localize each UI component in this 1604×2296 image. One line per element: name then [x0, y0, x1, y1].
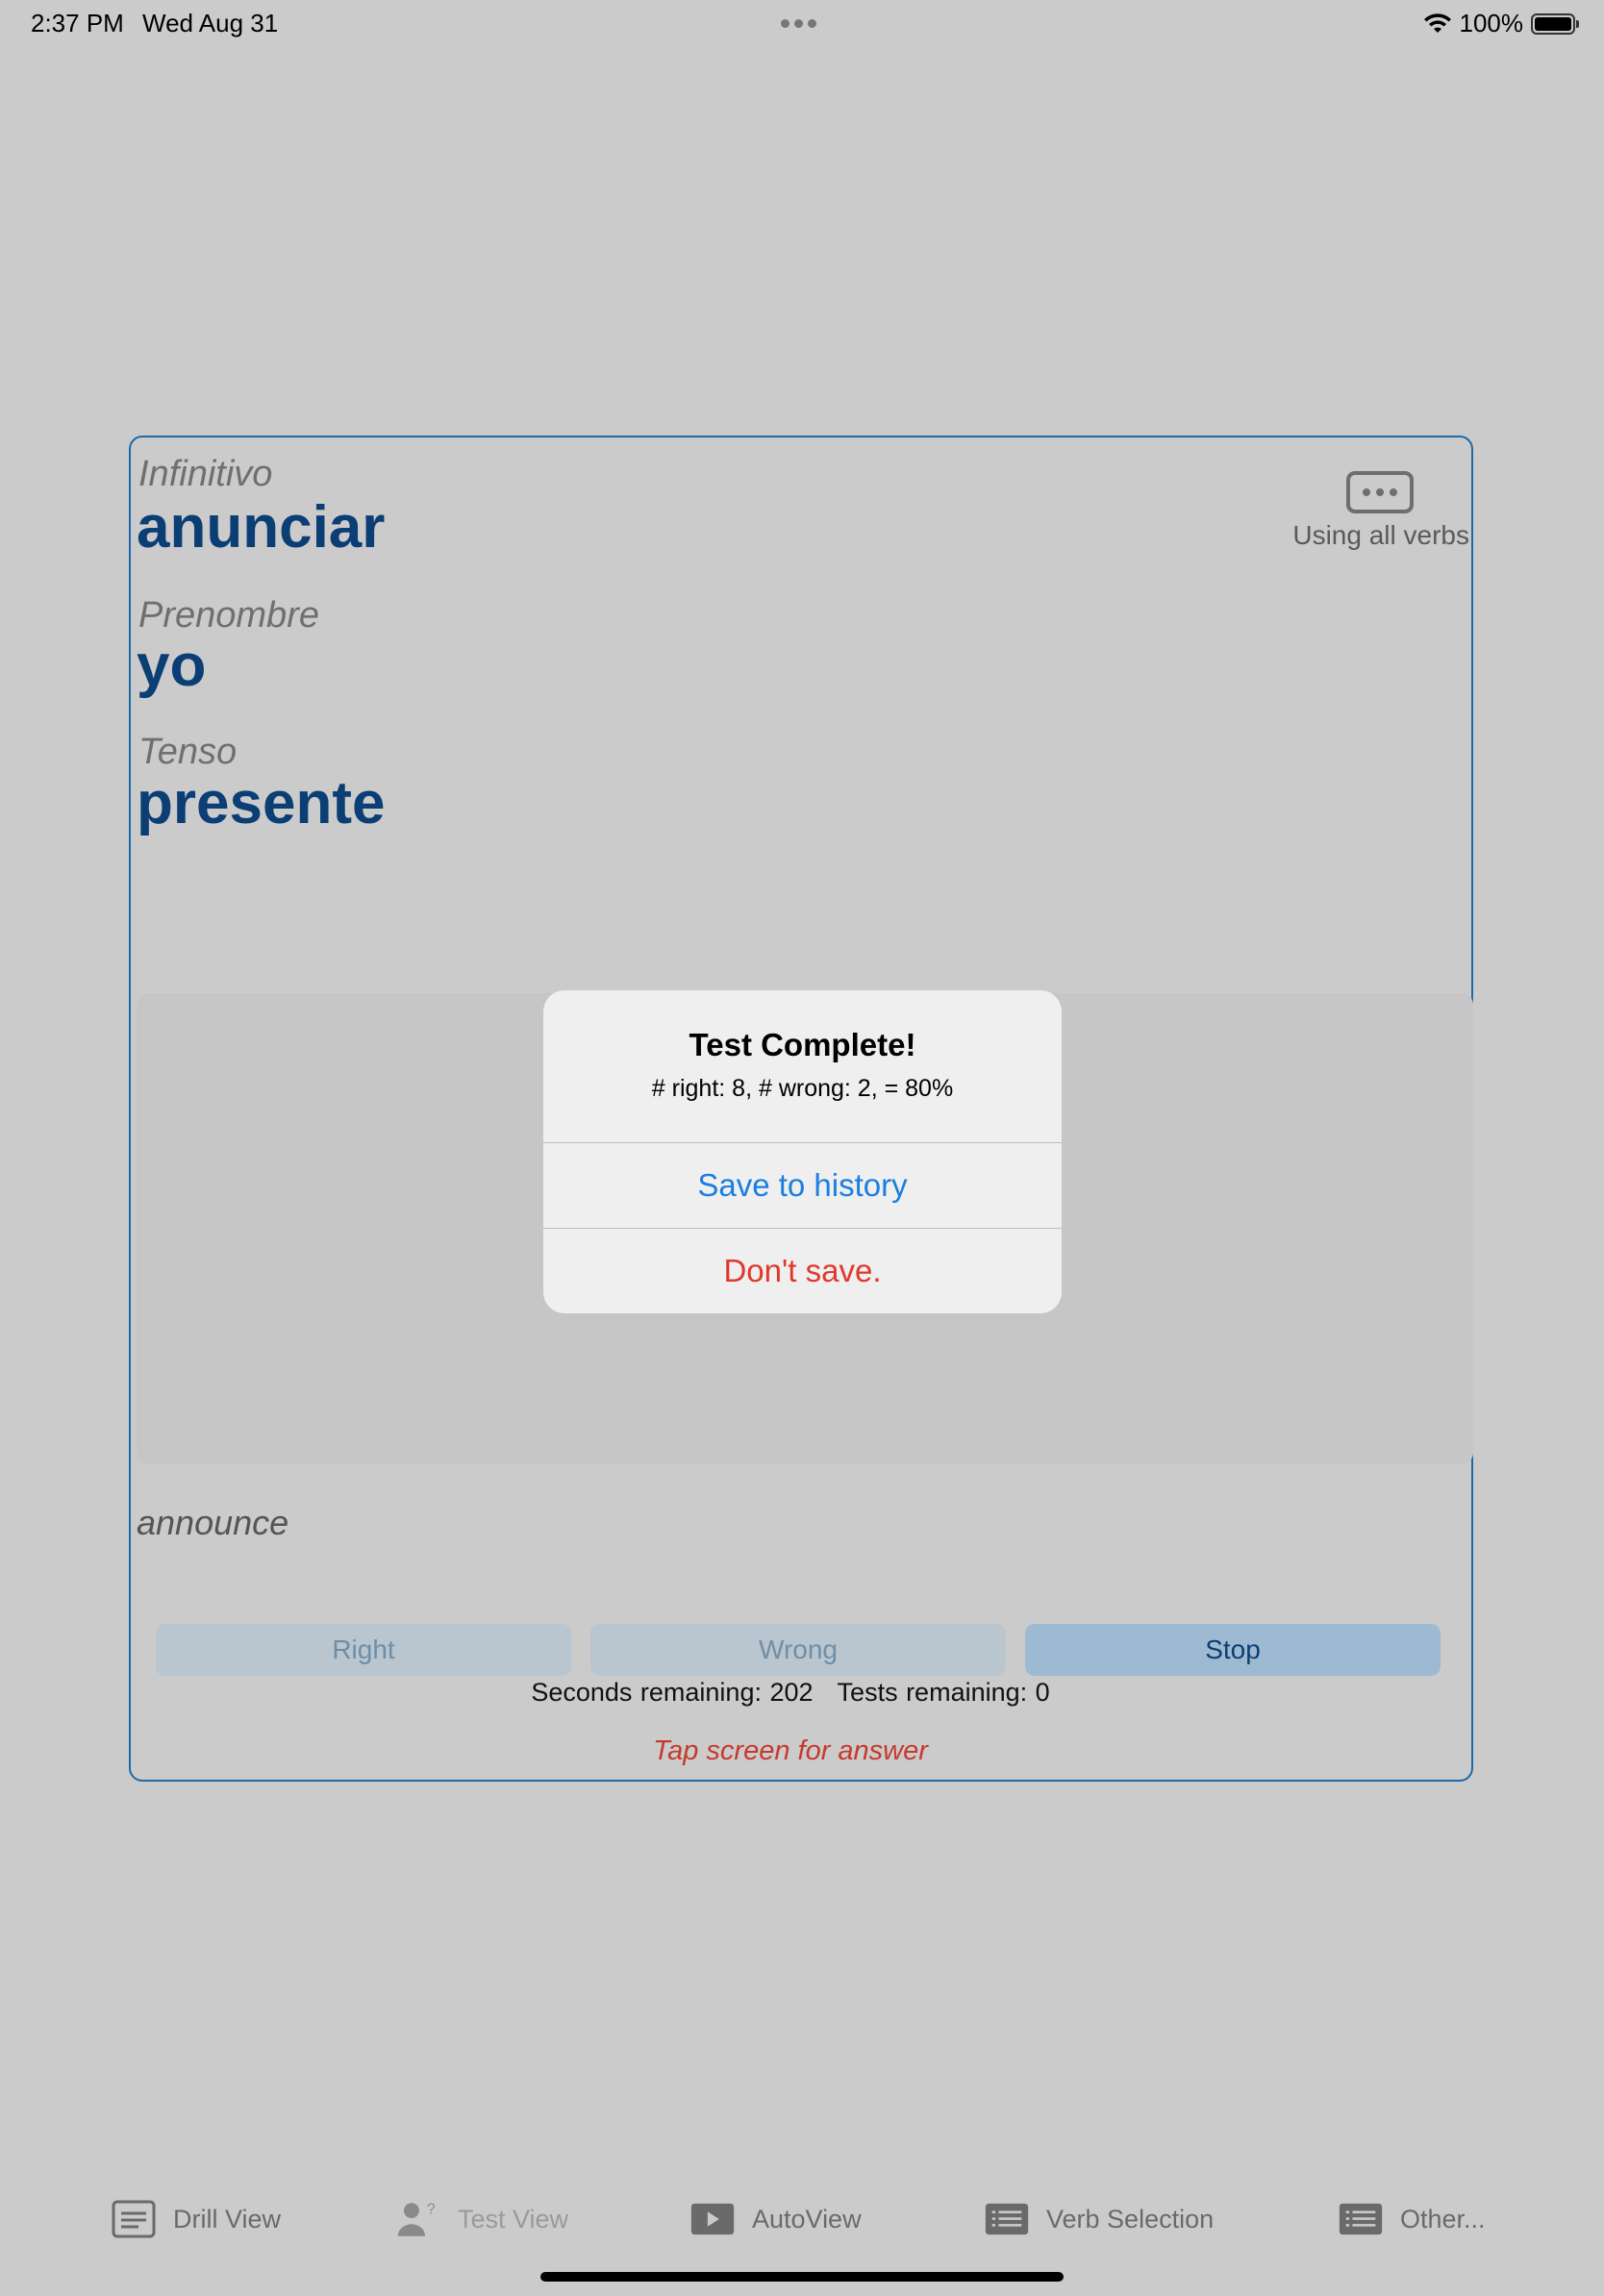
- battery-icon: [1531, 12, 1579, 35]
- status-date: Wed Aug 31: [142, 9, 279, 37]
- multitasking-dots-icon[interactable]: [781, 19, 816, 28]
- tab-label: Test View: [458, 2204, 569, 2234]
- status-right: 100%: [1423, 9, 1579, 38]
- tab-label: Other...: [1400, 2204, 1486, 2234]
- tense-label: Tenso: [138, 732, 238, 772]
- drill-view-icon: [112, 2200, 156, 2238]
- pronoun-label: Prenombre: [138, 595, 319, 636]
- tab-bar: Drill View ? Test View AutoView Verb Sel…: [0, 2183, 1604, 2259]
- stop-button[interactable]: Stop: [1025, 1624, 1441, 1676]
- tests-remaining: Tests remaining: 0: [837, 1678, 1050, 1707]
- battery-fill: [1535, 16, 1571, 31]
- wifi-icon: [1423, 12, 1451, 33]
- tap-hint: Tap screen for answer: [653, 1735, 928, 1766]
- right-button[interactable]: Right: [156, 1624, 571, 1676]
- infinitive-label: Infinitivo: [138, 454, 273, 494]
- answer-button-row: Right Wrong Stop: [156, 1624, 1441, 1676]
- play-icon: [690, 2203, 735, 2235]
- more-options-icon[interactable]: [1346, 471, 1414, 513]
- status-bar: 2:37 PM Wed Aug 31 100%: [0, 0, 1604, 48]
- infinitive-value: anunciar: [137, 494, 386, 561]
- remaining-status: Seconds remaining: 202 Tests remaining: …: [131, 1678, 1450, 1708]
- tab-label: Verb Selection: [1046, 2204, 1215, 2234]
- seconds-remaining: Seconds remaining: 202: [531, 1678, 814, 1707]
- home-indicator[interactable]: [540, 2272, 1064, 2282]
- test-view-icon: ?: [397, 2202, 436, 2236]
- list-icon: [1339, 2203, 1383, 2235]
- save-to-history-button[interactable]: Save to history: [543, 1143, 1062, 1228]
- list-icon: [985, 2203, 1029, 2235]
- pronoun-value: yo: [137, 633, 207, 699]
- battery-percent: 100%: [1459, 9, 1524, 37]
- tab-autoview[interactable]: AutoView: [690, 2200, 862, 2238]
- verb-filter-label: Using all verbs: [1292, 520, 1469, 550]
- alert-message: # right: 8, # wrong: 2, = 80%: [651, 1075, 954, 1102]
- tab-label: AutoView: [752, 2204, 862, 2234]
- tab-verb-selection[interactable]: Verb Selection: [985, 2200, 1214, 2238]
- test-complete-alert: Test Complete! # right: 8, # wrong: 2, =…: [543, 990, 1062, 1313]
- alert-title: Test Complete!: [689, 1027, 916, 1062]
- tab-other[interactable]: Other...: [1339, 2200, 1486, 2238]
- translation-text: announce: [137, 1503, 289, 1542]
- wrong-button[interactable]: Wrong: [590, 1624, 1006, 1676]
- status-time: 2:37 PM: [31, 9, 124, 37]
- dont-save-button[interactable]: Don't save.: [543, 1229, 1062, 1313]
- tab-test-view[interactable]: ? Test View: [396, 2200, 568, 2238]
- tense-value: presente: [137, 770, 386, 836]
- tab-drill-view[interactable]: Drill View: [112, 2200, 281, 2238]
- svg-text:?: ?: [427, 2202, 436, 2218]
- tab-label: Drill View: [173, 2204, 282, 2234]
